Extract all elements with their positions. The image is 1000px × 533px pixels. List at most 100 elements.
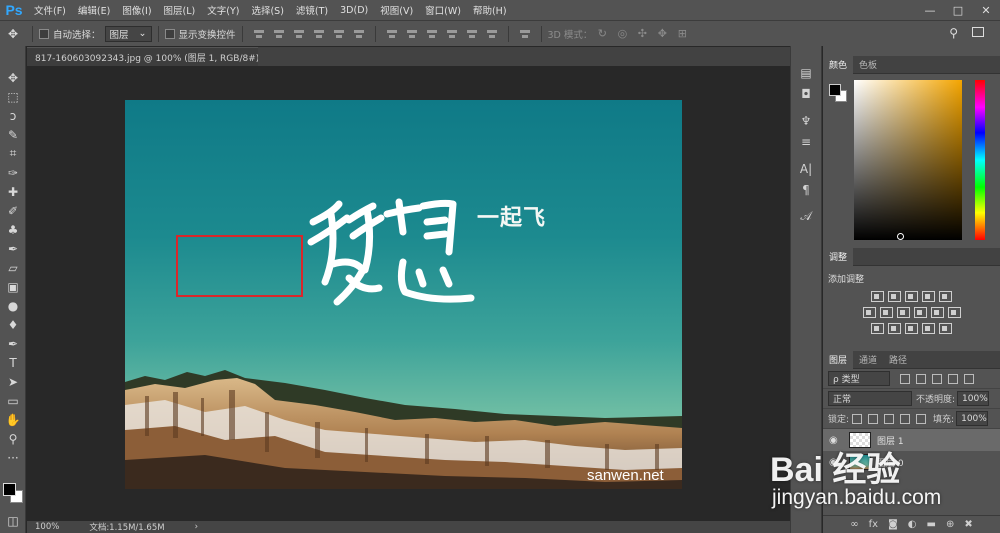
search-icon[interactable]: ⚲ (949, 26, 958, 40)
layer-row[interactable]: ◉ 图层 0 (823, 451, 1000, 473)
menu-window[interactable]: 窗口(W) (419, 3, 467, 17)
menu-3d[interactable]: 3D(D) (334, 5, 374, 16)
filter-smart-object-icon[interactable] (964, 373, 974, 384)
hue-slider[interactable] (975, 80, 985, 240)
distribute-left-icon[interactable] (445, 28, 459, 40)
move-tool-preset-icon[interactable]: ✥ (0, 27, 26, 41)
dodge-tool-icon[interactable]: ♦ (0, 315, 26, 334)
menu-type[interactable]: 文字(Y) (201, 3, 245, 17)
foreground-color-swatch[interactable] (3, 483, 16, 496)
brightness-icon[interactable] (871, 291, 884, 302)
eraser-tool-icon[interactable]: ▱ (0, 258, 26, 277)
3d-roll-icon[interactable]: ◎ (615, 27, 629, 40)
align-bottom-icon[interactable] (292, 28, 306, 40)
color-lookup-icon[interactable] (947, 307, 961, 318)
add-mask-icon[interactable]: ◙ (888, 519, 898, 530)
lock-transparent-icon[interactable] (852, 413, 863, 424)
link-layers-icon[interactable]: ∞ (850, 519, 858, 530)
lasso-tool-icon[interactable]: ↄ (0, 106, 26, 125)
close-button[interactable]: ✕ (972, 0, 1000, 20)
selective-color-icon[interactable] (939, 323, 952, 334)
tab-adjustments[interactable]: 调整 (823, 247, 854, 266)
maximize-button[interactable]: □ (944, 0, 972, 20)
lock-all-icon[interactable] (916, 413, 927, 424)
delete-layer-icon[interactable]: ✖ (964, 519, 972, 530)
brush-tool-icon[interactable]: ✐ (0, 201, 26, 220)
quick-select-tool-icon[interactable]: ✎ (0, 125, 26, 144)
hand-tool-icon[interactable]: ✋ (0, 410, 26, 429)
pen-tool-icon[interactable]: ✒ (0, 334, 26, 353)
document-canvas[interactable]: 一起飞 sanwen.net (125, 100, 682, 489)
history-brush-tool-icon[interactable]: ✒ (0, 239, 26, 258)
lock-position-icon[interactable] (884, 413, 895, 424)
distribute-vcenter-icon[interactable] (405, 28, 419, 40)
path-select-tool-icon[interactable]: ➤ (0, 372, 26, 391)
menu-layer[interactable]: 图层(L) (158, 3, 202, 17)
menu-filter[interactable]: 滤镜(T) (290, 3, 334, 17)
minimize-button[interactable]: — (916, 0, 944, 20)
3d-pan-icon[interactable]: ✣ (635, 27, 649, 40)
tab-color[interactable]: 颜色 (823, 55, 854, 74)
3d-rotate-icon[interactable]: ↻ (595, 27, 609, 40)
filter-adjustment-icon[interactable] (916, 373, 926, 384)
document-tab[interactable]: 817-160603092343.jpg @ 100% (图层 1, RGB/8… (27, 47, 282, 66)
tab-layers[interactable]: 图层 (823, 350, 854, 369)
hue-saturation-icon[interactable] (862, 307, 876, 318)
align-vcenter-icon[interactable] (272, 28, 286, 40)
gradient-tool-icon[interactable]: ▣ (0, 277, 26, 296)
layer-name[interactable]: 图层 1 (877, 434, 904, 447)
tab-paths[interactable]: 路径 (883, 351, 913, 369)
new-adjustment-icon[interactable]: ◐ (908, 519, 917, 530)
clone-stamp-tool-icon[interactable]: ♣ (0, 220, 26, 239)
menu-view[interactable]: 视图(V) (374, 3, 419, 17)
opacity-field[interactable]: 100% (957, 391, 990, 406)
menu-edit[interactable]: 编辑(E) (72, 3, 116, 17)
workspace-icon[interactable] (972, 27, 984, 37)
filter-type-icon[interactable] (932, 373, 942, 384)
brush-settings-icon[interactable]: ≡ (791, 131, 821, 152)
3d-slide-icon[interactable]: ✥ (655, 27, 669, 40)
color-swatches[interactable] (3, 483, 25, 505)
threshold-icon[interactable] (905, 323, 918, 334)
new-layer-icon[interactable]: ⊕ (946, 519, 954, 530)
move-tool-icon[interactable]: ✥ (0, 68, 26, 87)
filter-shape-icon[interactable] (948, 373, 958, 384)
distribute-hcenter-icon[interactable] (465, 28, 479, 40)
color-picker-field[interactable] (854, 80, 962, 240)
menu-select[interactable]: 选择(S) (245, 3, 289, 17)
layer-style-icon[interactable]: fx (869, 519, 878, 530)
color-picker-cursor[interactable] (897, 233, 904, 240)
brush-preset-icon[interactable]: ♆ (791, 110, 821, 131)
more-tools-icon[interactable]: ··· (0, 448, 26, 467)
align-right-icon[interactable] (352, 28, 366, 40)
vibrance-icon[interactable] (939, 291, 952, 302)
fill-field[interactable]: 100% (956, 411, 989, 426)
canvas-area[interactable]: 一起飞 sanwen.net (27, 66, 790, 521)
black-white-icon[interactable] (896, 307, 910, 318)
curves-icon[interactable] (905, 291, 918, 302)
filter-pixel-icon[interactable] (900, 373, 910, 384)
glyphs-panel-icon[interactable]: 𝒜 (791, 206, 821, 227)
status-menu-arrow[interactable]: › (195, 522, 198, 532)
align-hcenter-icon[interactable] (332, 28, 346, 40)
menu-image[interactable]: 图像(I) (116, 3, 157, 17)
panel-foreground-swatch[interactable] (829, 84, 841, 96)
exposure-icon[interactable] (922, 291, 935, 302)
history-panel-icon[interactable]: ▤ (791, 62, 821, 83)
posterize-icon[interactable] (888, 323, 901, 334)
eye-icon[interactable]: ◉ (829, 457, 841, 468)
channel-mixer-icon[interactable] (930, 307, 944, 318)
character-panel-icon[interactable]: A| (791, 158, 821, 179)
gradient-map-icon[interactable] (922, 323, 935, 334)
blur-tool-icon[interactable]: ● (0, 296, 26, 315)
quick-mask-icon[interactable]: ◫ (0, 511, 26, 530)
layer-row[interactable]: ◉ 图层 1 (823, 429, 1000, 451)
rectangle-tool-icon[interactable]: ▭ (0, 391, 26, 410)
photo-filter-icon[interactable] (913, 307, 927, 318)
marquee-tool-icon[interactable]: ⬚ (0, 87, 26, 106)
blend-mode-dropdown[interactable]: 正常 (828, 391, 912, 406)
menu-help[interactable]: 帮助(H) (467, 3, 513, 17)
invert-icon[interactable] (871, 323, 884, 334)
align-top-icon[interactable] (252, 28, 266, 40)
distribute-top-icon[interactable] (385, 28, 399, 40)
